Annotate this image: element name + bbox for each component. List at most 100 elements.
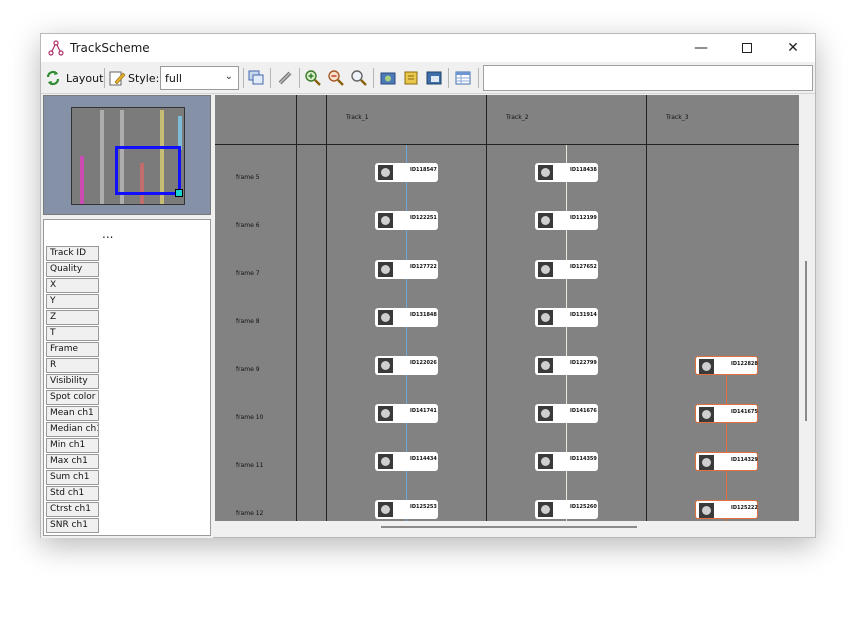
spot-thumbnail (378, 454, 393, 469)
spot-node[interactable]: ID127722 (375, 260, 438, 279)
feature-item-z[interactable]: Z (46, 310, 99, 325)
spot-id: ID141741 (410, 408, 437, 414)
spot-id: ID131848 (410, 312, 437, 318)
spot-id: ID122026 (410, 360, 437, 366)
frame-label: frame 6 (236, 222, 260, 229)
feature-item-snr-ch1[interactable]: SNR ch1 (46, 518, 99, 533)
frame-label: frame 11 (236, 462, 264, 469)
spot-thumbnail (538, 454, 553, 469)
spot-node[interactable]: ID122828 (695, 356, 758, 375)
spot-id: ID118547 (410, 167, 437, 173)
spot-node[interactable]: ID114359 (535, 452, 598, 471)
spot-node[interactable]: ID112199 (535, 211, 598, 230)
spot-thumbnail (699, 503, 714, 518)
spot-thumbnail (699, 407, 714, 422)
spot-thumbnail (538, 502, 553, 517)
spot-thumbnail (378, 213, 393, 228)
notebook-icon (404, 71, 418, 85)
capture-button[interactable] (379, 66, 397, 90)
column-divider (296, 95, 297, 521)
spot-node[interactable]: ID125260 (535, 500, 598, 519)
feature-item-spot-color[interactable]: Spot color (46, 390, 99, 405)
spot-id: ID141675 (731, 409, 758, 415)
spot-node[interactable]: ID141676 (535, 404, 598, 423)
zoom-out-button[interactable] (327, 66, 345, 90)
spot-node[interactable]: ID127652 (535, 260, 598, 279)
horizontal-scrollbar[interactable] (215, 521, 799, 537)
feature-item-y[interactable]: Y (46, 294, 99, 309)
track-3-edge (726, 373, 727, 521)
vertical-scrollbar[interactable] (799, 95, 815, 521)
zoom-in-button[interactable] (304, 66, 322, 90)
spot-node[interactable]: ID141741 (375, 404, 438, 423)
feature-item-median-ch1[interactable]: Median ch1 (46, 422, 99, 437)
edit-style-icon (109, 71, 126, 86)
spot-node[interactable]: ID118547 (375, 163, 438, 182)
spot-node[interactable]: ID114329 (695, 452, 758, 471)
feature-list: ... Track ID Quality X Y Z T Frame R Vis… (43, 219, 211, 536)
track-header-2[interactable]: Track_2 (506, 114, 529, 121)
maximize-button[interactable] (724, 34, 770, 62)
overview-panel[interactable] (43, 95, 211, 215)
close-button[interactable]: ✕ (770, 34, 816, 62)
spot-thumbnail (378, 262, 393, 277)
feature-item-max-ch1[interactable]: Max ch1 (46, 454, 99, 469)
spot-node[interactable]: ID122251 (375, 211, 438, 230)
spot-id: ID122251 (410, 215, 437, 221)
link-button[interactable] (276, 66, 294, 90)
edit-button[interactable] (402, 66, 420, 90)
title-bar[interactable]: TrackScheme — ✕ (41, 34, 815, 62)
feature-item-quality[interactable]: Quality (46, 262, 99, 277)
frame-label: frame 8 (236, 318, 260, 325)
search-input[interactable] (483, 65, 813, 91)
spot-id: ID112199 (570, 215, 597, 221)
spot-id: ID114359 (570, 456, 597, 462)
feature-item-r[interactable]: R (46, 358, 99, 373)
spot-node[interactable]: ID125222 (695, 500, 758, 519)
export-button[interactable] (425, 66, 443, 90)
minimize-icon: — (694, 40, 708, 56)
spot-id: ID125253 (410, 504, 437, 510)
minimize-button[interactable]: — (678, 34, 724, 62)
separator (373, 68, 374, 88)
spot-node[interactable]: ID122799 (535, 356, 598, 375)
spot-node[interactable]: ID114434 (375, 452, 438, 471)
feature-item-mean-ch1[interactable]: Mean ch1 (46, 406, 99, 421)
overview-minimap (71, 107, 185, 205)
overview-resize-handle[interactable] (175, 189, 183, 197)
trackscheme-canvas[interactable]: Track_1 Track_2 Track_3 frame 5 frame 6 … (215, 95, 799, 521)
spot-node[interactable]: ID125253 (375, 500, 438, 519)
display-decorations-button[interactable] (247, 66, 265, 90)
app-icon (48, 40, 64, 56)
spot-thumbnail (538, 262, 553, 277)
feature-item-ctrst-ch1[interactable]: Ctrst ch1 (46, 502, 99, 517)
table-view-button[interactable] (454, 66, 472, 90)
spot-node[interactable]: ID131848 (375, 308, 438, 327)
feature-item-frame[interactable]: Frame (46, 342, 99, 357)
spot-id: ID114329 (731, 457, 758, 463)
layout-button[interactable]: Layout (44, 66, 103, 90)
spot-thumbnail (538, 165, 553, 180)
reset-zoom-button[interactable] (350, 66, 368, 90)
overview-viewport[interactable] (115, 146, 181, 195)
vertical-scroll-thumb[interactable] (805, 261, 807, 421)
style-select[interactable]: full ⌄ (160, 66, 239, 90)
feature-item-track-id[interactable]: Track ID (46, 246, 99, 261)
spot-node[interactable]: ID122026 (375, 356, 438, 375)
spot-thumbnail (538, 213, 553, 228)
feature-item-std-ch1[interactable]: Std ch1 (46, 486, 99, 501)
spot-node[interactable]: ID141675 (695, 404, 758, 423)
track-header-1[interactable]: Track_1 (346, 114, 369, 121)
feature-item-min-ch1[interactable]: Min ch1 (46, 438, 99, 453)
feature-item-x[interactable]: X (46, 278, 99, 293)
feature-item-visibility[interactable]: Visibility (46, 374, 99, 389)
feature-item-sum-ch1[interactable]: Sum ch1 (46, 470, 99, 485)
spot-node[interactable]: ID118438 (535, 163, 598, 182)
spot-id: ID141676 (570, 408, 597, 414)
track-header-3[interactable]: Track_3 (666, 114, 689, 121)
spot-node[interactable]: ID131914 (535, 308, 598, 327)
horizontal-scroll-thumb[interactable] (381, 526, 637, 528)
toolbar: Layout Style: full ⌄ (41, 62, 815, 94)
spot-thumbnail (699, 359, 714, 374)
feature-item-t[interactable]: T (46, 326, 99, 341)
